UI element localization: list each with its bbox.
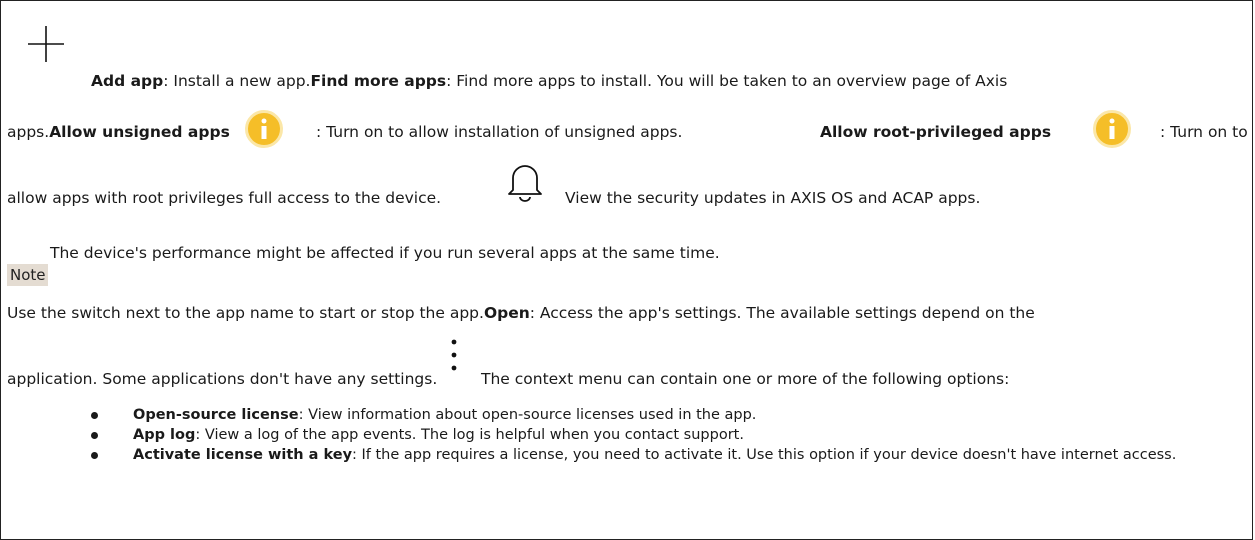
switch-desc: Use the switch next to the app name to s… <box>7 304 484 322</box>
kebab-menu-icon[interactable] <box>449 338 459 374</box>
note-text: The device's performance might be affect… <box>50 244 720 262</box>
context-options-list: Open-source license: View information ab… <box>91 405 1241 465</box>
bullet-dot <box>91 432 98 439</box>
option-label: Open-source license <box>133 407 299 423</box>
add-app-desc: : Install a new app. <box>163 72 311 90</box>
list-item: App log: View a log of the app events. T… <box>91 425 1241 445</box>
bell-icon[interactable] <box>505 162 545 204</box>
list-item: Open-source license: View information ab… <box>91 405 1241 425</box>
list-item: Activate license with a key: If the app … <box>91 445 1243 465</box>
option-desc: : If the app requires a license, you nee… <box>352 447 1177 463</box>
add-app-line: Add app: Install a new app.Find more app… <box>91 72 1007 90</box>
option-desc: : View information about open-source lic… <box>298 407 757 423</box>
find-more-desc: : Find more apps to install. You will be… <box>446 72 1008 90</box>
find-more-label: Find more apps <box>310 72 447 90</box>
allow-unsigned-label: Allow unsigned apps <box>49 123 230 141</box>
info-icon <box>1093 110 1131 148</box>
open-desc-line: application. Some applications don't hav… <box>7 370 438 388</box>
bullet-dot <box>91 452 98 459</box>
unsigned-line: apps.Allow unsigned apps <box>7 123 230 141</box>
find-more-desc-2: apps. <box>7 123 50 141</box>
info-icon <box>245 110 283 148</box>
security-desc: View the security updates in AXIS OS and… <box>565 189 981 207</box>
context-desc: The context menu can contain one or more… <box>481 370 1010 388</box>
open-desc: : Access the app's settings. The availab… <box>529 304 1035 322</box>
note-label: Note <box>7 264 48 286</box>
bullet-dot <box>91 412 98 419</box>
option-label: App log <box>133 427 196 443</box>
open-label: Open <box>483 304 530 322</box>
root-desc-line: allow apps with root privileges full acc… <box>7 189 442 207</box>
allow-root-label: Allow root-privileged apps <box>820 123 1052 141</box>
option-desc: : View a log of the app events. The log … <box>195 427 744 443</box>
option-label: Activate license with a key <box>133 447 353 463</box>
unsigned-desc: : Turn on to allow installation of unsig… <box>316 123 683 141</box>
plus-icon[interactable] <box>26 24 66 64</box>
add-app-label: Add app <box>91 72 164 90</box>
allow-root-desc: : Turn on to <box>1160 123 1248 141</box>
switch-line: Use the switch next to the app name to s… <box>7 304 1035 322</box>
